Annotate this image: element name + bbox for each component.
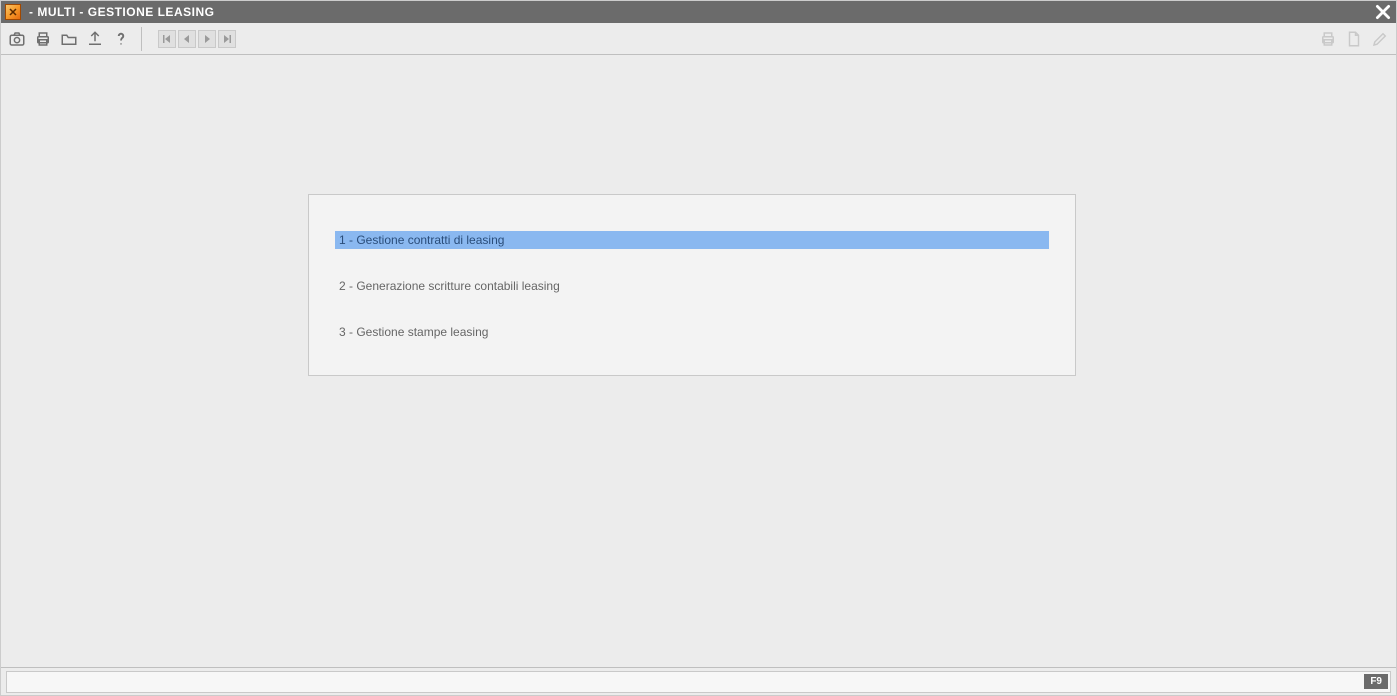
folder-icon[interactable] <box>59 29 79 49</box>
close-button[interactable] <box>1374 3 1392 21</box>
print-icon[interactable] <box>1318 29 1338 49</box>
upload-icon[interactable] <box>85 29 105 49</box>
menu-item-gestione-contratti[interactable]: 1 - Gestione contratti di leasing <box>335 231 1049 249</box>
nav-group <box>152 30 242 48</box>
menu-item-label: 3 - Gestione stampe leasing <box>339 325 488 339</box>
pencil-icon[interactable] <box>1370 29 1390 49</box>
nav-last-button[interactable] <box>218 30 236 48</box>
menu-panel: 1 - Gestione contratti di leasing 2 - Ge… <box>308 194 1076 376</box>
window-titlebar: ✕ - MULTI - GESTIONE LEASING <box>1 1 1396 23</box>
menu-item-label: 2 - Generazione scritture contabili leas… <box>339 279 560 293</box>
statusbar-inner: F9 <box>6 671 1391 693</box>
toolbar <box>1 23 1396 55</box>
fkey-button[interactable]: F9 <box>1364 674 1388 689</box>
menu-item-generazione-scritture[interactable]: 2 - Generazione scritture contabili leas… <box>335 277 1049 295</box>
nav-next-button[interactable] <box>198 30 216 48</box>
statusbar: F9 <box>1 667 1396 695</box>
printer-icon[interactable] <box>33 29 53 49</box>
app-logo-icon: ✕ <box>5 4 21 20</box>
camera-icon[interactable] <box>7 29 27 49</box>
menu-item-gestione-stampe[interactable]: 3 - Gestione stampe leasing <box>335 323 1049 341</box>
nav-first-button[interactable] <box>158 30 176 48</box>
toolbar-separator <box>141 27 142 51</box>
menu-item-label: 1 - Gestione contratti di leasing <box>339 233 504 247</box>
window-title: - MULTI - GESTIONE LEASING <box>29 5 1374 19</box>
document-icon[interactable] <box>1344 29 1364 49</box>
nav-prev-button[interactable] <box>178 30 196 48</box>
main-content: 1 - Gestione contratti di leasing 2 - Ge… <box>1 55 1396 667</box>
help-icon[interactable] <box>111 29 131 49</box>
